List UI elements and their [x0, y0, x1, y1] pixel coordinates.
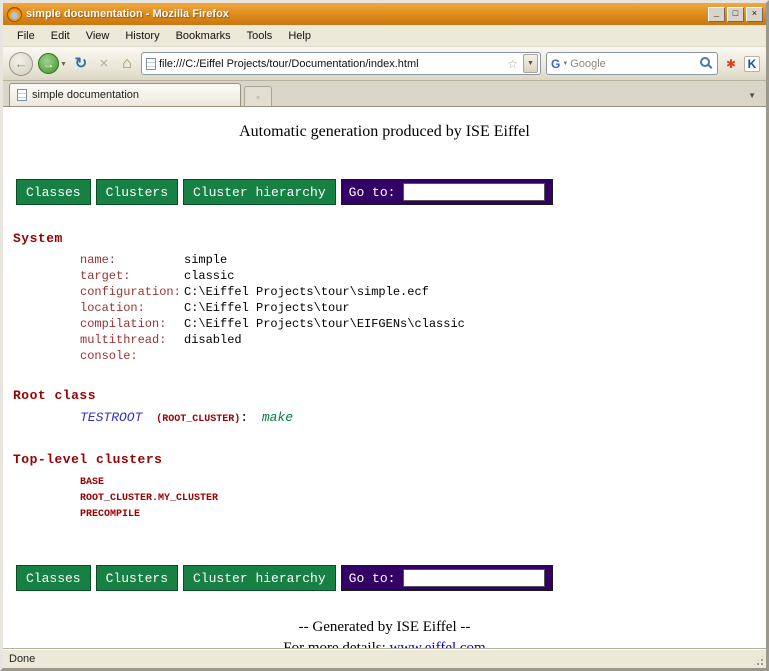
system-row-multithread: multithread:disabled	[80, 332, 756, 348]
firefox-logo-icon[interactable]	[7, 7, 22, 22]
goto-label: Go to:	[349, 185, 396, 200]
property-key: location:	[80, 300, 184, 316]
list-all-tabs-icon[interactable]: ▼	[748, 91, 760, 106]
menu-history[interactable]: History	[117, 27, 167, 45]
tab-label: simple documentation	[32, 89, 139, 101]
url-dropdown-button[interactable]: ▼	[523, 54, 538, 73]
search-engine-dropdown-icon[interactable]: ▼	[562, 61, 568, 67]
menu-file[interactable]: File	[9, 27, 43, 45]
menu-help[interactable]: Help	[280, 27, 319, 45]
clusters-heading: Top-level clusters	[13, 452, 756, 467]
separator: :	[240, 410, 248, 425]
system-row-name: name:simple	[80, 252, 756, 268]
firefox-window: simple documentation - Mozilla Firefox _…	[0, 0, 769, 671]
cluster-link-precompile[interactable]: PRECOMPILE	[80, 507, 756, 523]
property-value: C:\Eiffel Projects\tour\simple.ecf	[184, 285, 429, 299]
page-favicon	[146, 58, 156, 70]
clusters-button[interactable]: Clusters	[96, 179, 178, 205]
minimize-button[interactable]: _	[708, 7, 725, 22]
tab-simple-documentation[interactable]: simple documentation	[9, 83, 241, 106]
classes-button[interactable]: Classes	[16, 179, 91, 205]
root-cluster-link[interactable]: (ROOT_CLUSTER)	[156, 414, 240, 425]
goto-input-bottom[interactable]	[403, 569, 545, 587]
cluster-link-base[interactable]: BASE	[80, 475, 756, 491]
property-value: C:\Eiffel Projects\tour\EIFGENs\classic	[184, 317, 465, 331]
root-class-heading: Root class	[13, 388, 756, 403]
cluster-list: BASE ROOT_CLUSTER.MY_CLUSTER PRECOMPILE	[80, 475, 756, 523]
goto-box-bottom: Go to:	[341, 565, 554, 591]
search-bar[interactable]: G ▼	[546, 52, 718, 75]
url-bar[interactable]: ☆ ▼	[141, 52, 541, 75]
window-title: simple documentation - Mozilla Firefox	[26, 8, 704, 20]
eiffel-link[interactable]: www.eiffel.com	[390, 640, 486, 648]
property-key: compilation:	[80, 316, 184, 332]
stop-icon[interactable]: ×	[95, 56, 113, 71]
tab-strip: simple documentation ▫ ▼	[3, 81, 766, 107]
url-input[interactable]	[159, 58, 502, 70]
statusbar: Done	[3, 648, 766, 668]
back-button-icon[interactable]: ←	[9, 52, 33, 76]
system-row-configuration: configuration:C:\Eiffel Projects\tour\si…	[80, 284, 756, 300]
nav-toolbar: ← → ▼ ↻ × ⌂ ☆ ▼ G ▼ ✱ K	[3, 47, 766, 81]
property-key: name:	[80, 252, 184, 268]
forward-button-icon[interactable]: →	[38, 53, 59, 74]
bookmark-star-icon[interactable]: ☆	[505, 57, 520, 71]
nav-buttons-bottom: Classes Clusters Cluster hierarchy Go to…	[16, 565, 756, 591]
cluster-hierarchy-button-bottom[interactable]: Cluster hierarchy	[183, 565, 336, 591]
property-value: simple	[184, 253, 227, 267]
search-magnifier-icon[interactable]	[700, 57, 713, 70]
menu-edit[interactable]: Edit	[43, 27, 78, 45]
forward-button-group: → ▼	[38, 53, 67, 74]
property-key: console:	[80, 348, 184, 364]
page-footer: -- Generated by ISE Eiffel -- For more d…	[13, 617, 756, 648]
history-dropdown-icon[interactable]: ▼	[60, 59, 67, 68]
system-row-console: console:	[80, 348, 756, 364]
system-row-compilation: compilation:C:\Eiffel Projects\tour\EIFG…	[80, 316, 756, 332]
home-icon[interactable]: ⌂	[118, 56, 136, 71]
addon-icon-red[interactable]: ✱	[723, 57, 739, 71]
menu-tools[interactable]: Tools	[239, 27, 281, 45]
titlebar: simple documentation - Mozilla Firefox _…	[3, 3, 766, 25]
goto-input[interactable]	[403, 183, 545, 201]
system-heading: System	[13, 231, 756, 246]
clusters-button-bottom[interactable]: Clusters	[96, 565, 178, 591]
property-key: target:	[80, 268, 184, 284]
root-class-row: TESTROOT (ROOT_CLUSTER): make	[80, 409, 756, 428]
menu-view[interactable]: View	[78, 27, 118, 45]
search-input[interactable]	[570, 58, 698, 70]
system-row-location: location:C:\Eiffel Projects\tour	[80, 300, 756, 316]
details-label: For more details:	[283, 640, 385, 648]
root-class-link[interactable]: TESTROOT	[80, 410, 142, 425]
menubar: File Edit View History Bookmarks Tools H…	[3, 25, 766, 47]
system-row-target: target:classic	[80, 268, 756, 284]
page-content: Automatic generation produced by ISE Eif…	[3, 107, 766, 648]
property-value: classic	[184, 269, 234, 283]
generated-note: -- Generated by ISE Eiffel --	[13, 617, 756, 638]
make-feature-link[interactable]: make	[262, 410, 293, 425]
classes-button-bottom[interactable]: Classes	[16, 565, 91, 591]
tab-favicon	[17, 89, 27, 101]
goto-label-bottom: Go to:	[349, 571, 396, 586]
addon-icon-k[interactable]: K	[744, 56, 760, 72]
resize-grip[interactable]	[752, 654, 765, 667]
menu-bookmarks[interactable]: Bookmarks	[168, 27, 239, 45]
google-logo-icon[interactable]: G	[551, 57, 560, 71]
property-value: disabled	[184, 333, 242, 347]
property-key: configuration:	[80, 284, 184, 300]
system-properties: name:simple target:classic configuration…	[80, 252, 756, 364]
property-value: C:\Eiffel Projects\tour	[184, 301, 350, 315]
reload-icon[interactable]: ↻	[72, 56, 90, 71]
maximize-button[interactable]: □	[727, 7, 744, 22]
goto-box: Go to:	[341, 179, 554, 205]
new-tab-button[interactable]: ▫	[244, 86, 272, 106]
cluster-link-my-cluster[interactable]: ROOT_CLUSTER.MY_CLUSTER	[80, 491, 756, 507]
cluster-hierarchy-button[interactable]: Cluster hierarchy	[183, 179, 336, 205]
status-text: Done	[9, 653, 35, 665]
window-controls: _ □ ×	[708, 7, 763, 22]
close-button[interactable]: ×	[746, 7, 763, 22]
property-key: multithread:	[80, 332, 184, 348]
page-title: Automatic generation produced by ISE Eif…	[13, 123, 756, 141]
details-line: For more details: www.eiffel.com	[13, 638, 756, 648]
nav-buttons-top: Classes Clusters Cluster hierarchy Go to…	[16, 179, 756, 205]
